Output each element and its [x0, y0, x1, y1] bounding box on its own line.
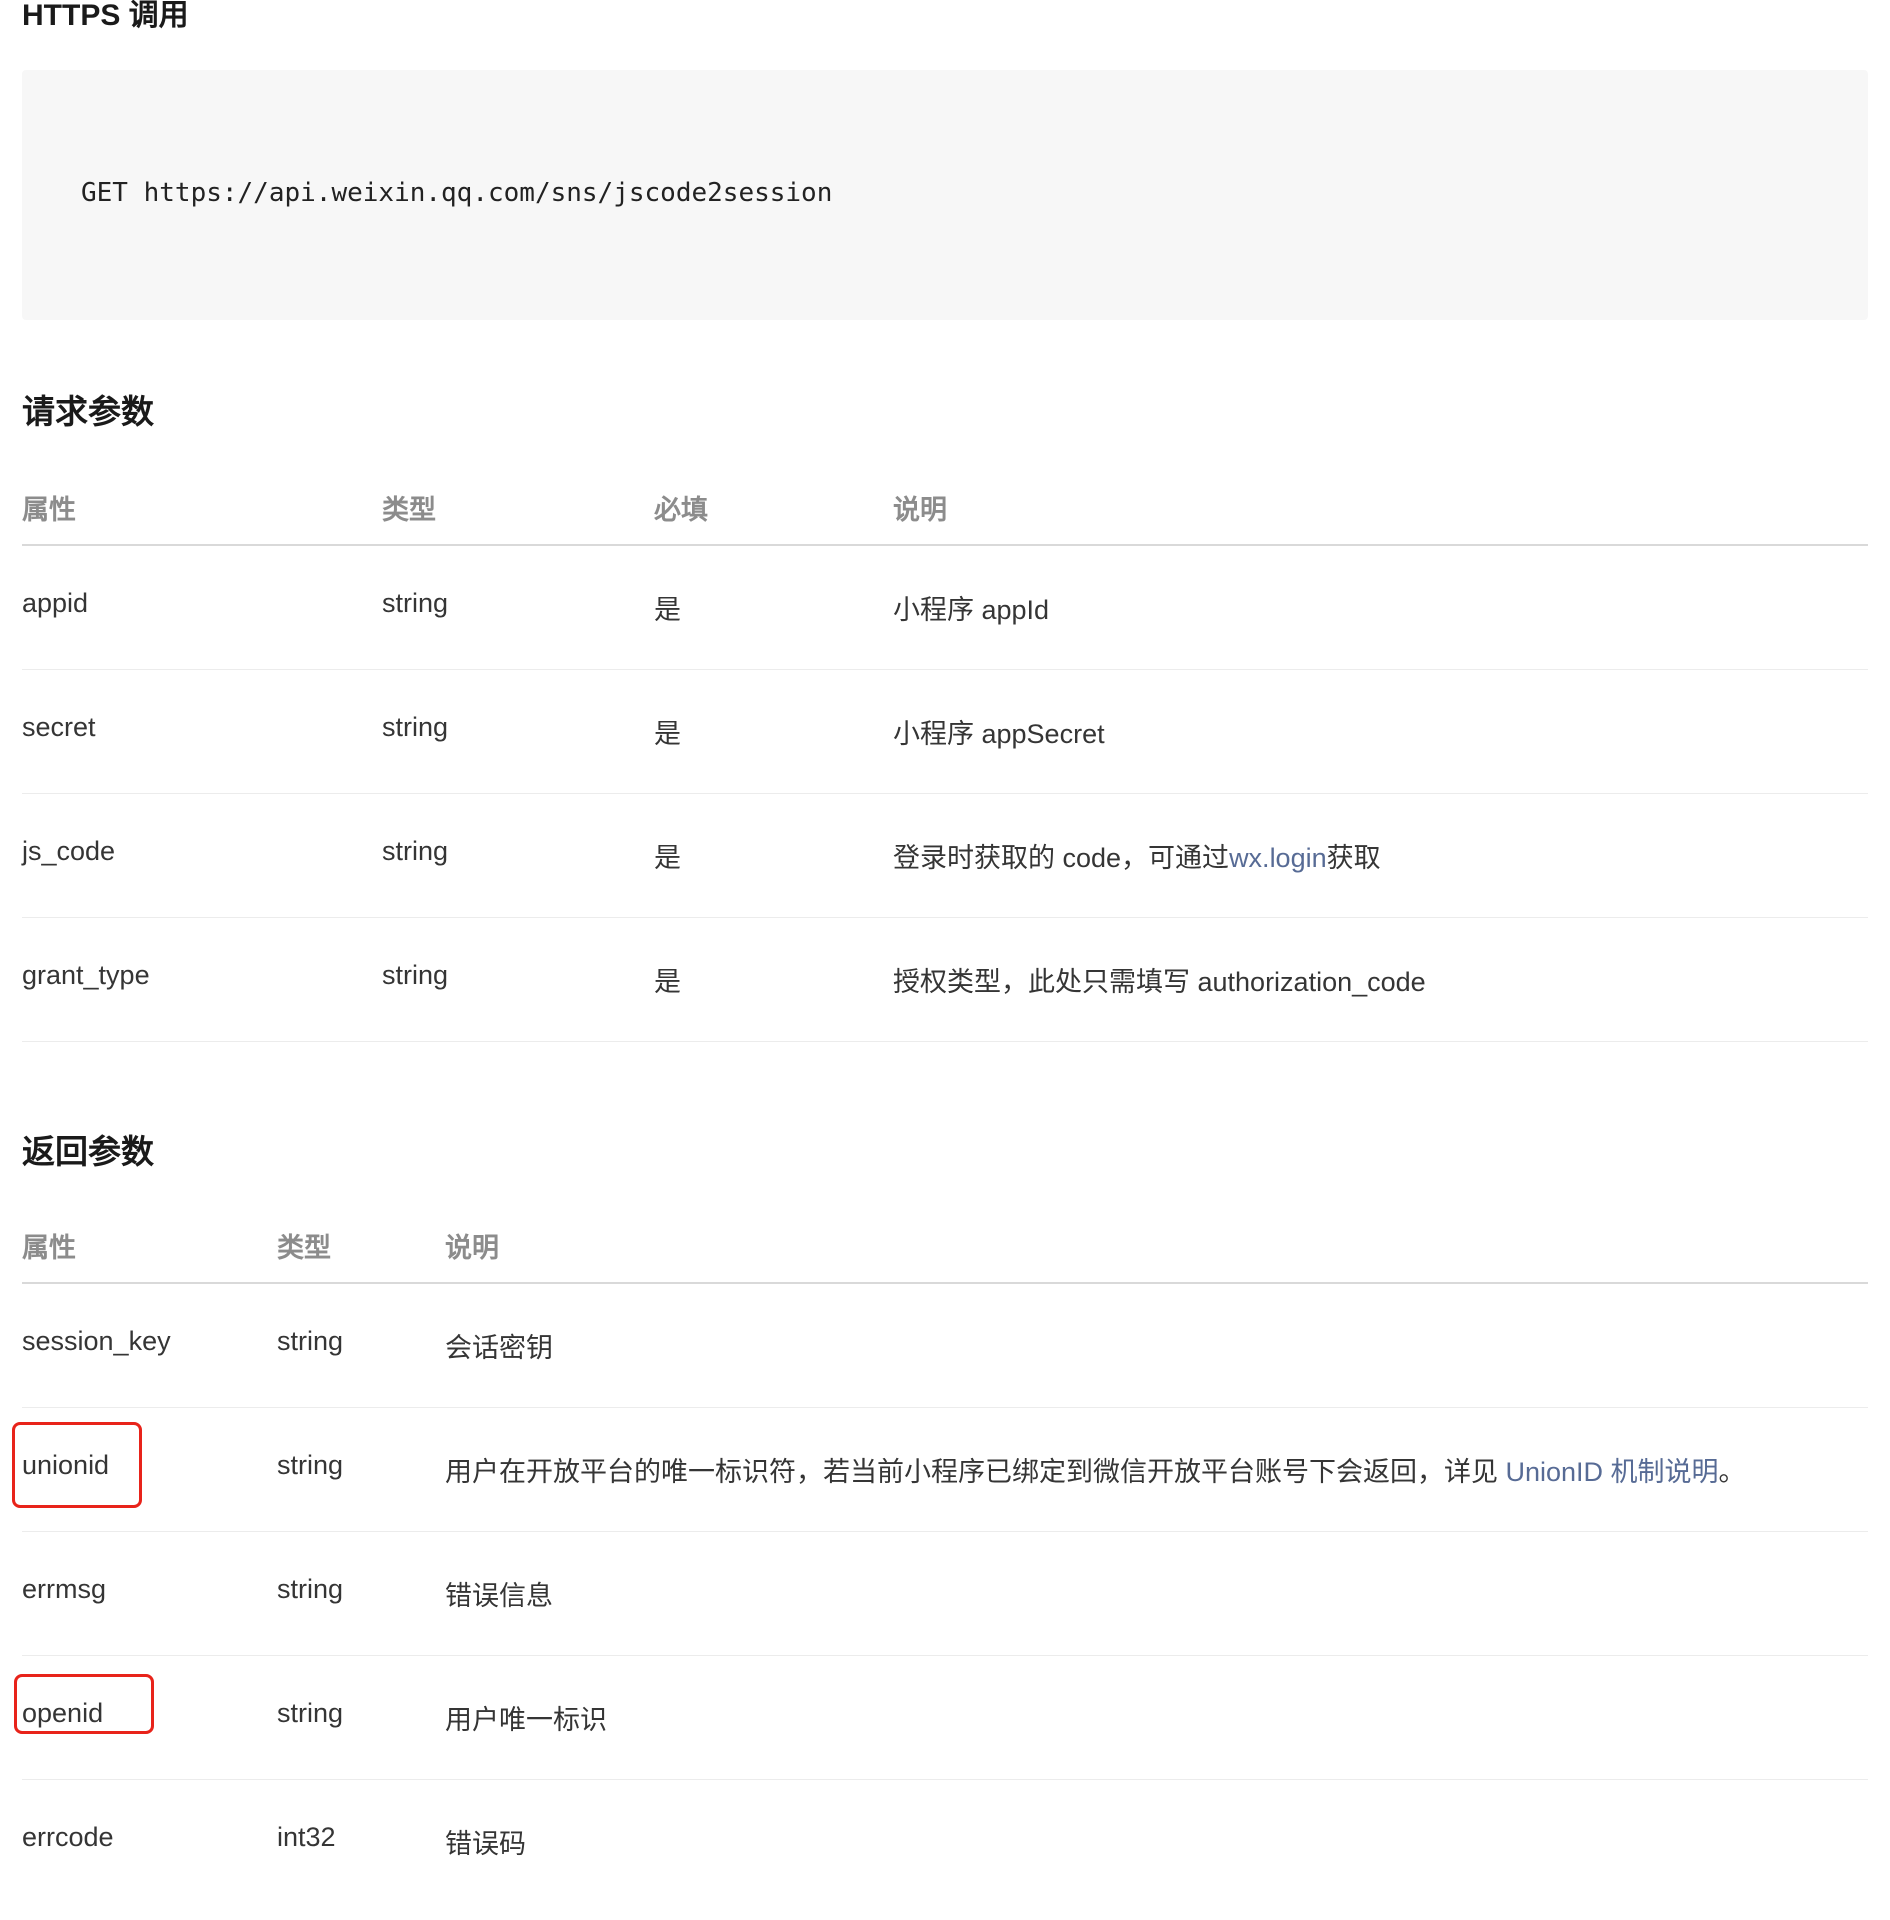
- table-row: js_code string 是 登录时获取的 code，可通过wx.login…: [22, 794, 1868, 918]
- param-required: 是: [654, 595, 681, 625]
- description-text: 用户唯一标识: [445, 1705, 607, 1735]
- param-name: session_key: [22, 1326, 171, 1356]
- param-name: secret: [22, 712, 96, 742]
- param-required: 是: [654, 719, 681, 749]
- request-params-title: 请求参数: [22, 393, 154, 430]
- param-name: appid: [22, 588, 89, 618]
- table-row: session_key string 会话密钥: [22, 1284, 1868, 1408]
- param-description: 授权类型，此处只需填写 authorization_code: [893, 960, 1426, 999]
- param-required: 是: [654, 967, 681, 997]
- param-description: 小程序 appSecret: [893, 712, 1105, 751]
- table-header: 属性 类型 说明: [22, 1206, 1868, 1284]
- description-text: 会话密钥: [445, 1333, 553, 1363]
- param-description: 小程序 appId: [893, 588, 1049, 627]
- table-row: errcode int32 错误码: [22, 1780, 1868, 1903]
- description-text-after: 获取: [1326, 843, 1381, 873]
- table-row: errmsg string 错误信息: [22, 1532, 1868, 1656]
- param-name: unionid: [22, 1450, 110, 1480]
- param-type: string: [277, 1698, 344, 1728]
- param-type: int32: [277, 1822, 336, 1852]
- header-description: 说明: [445, 1233, 499, 1263]
- param-required: 是: [654, 843, 681, 873]
- table-row: grant_type string 是 授权类型，此处只需填写 authoriz…: [22, 918, 1868, 1042]
- param-description: 会话密钥: [445, 1326, 553, 1365]
- param-type: string: [277, 1450, 344, 1480]
- param-type: string: [277, 1326, 344, 1356]
- param-type: string: [382, 836, 449, 866]
- unionid-doc-link[interactable]: UnionID 机制说明: [1506, 1457, 1719, 1487]
- header-attribute: 属性: [22, 1233, 76, 1263]
- table-row: unionid string 用户在开放平台的唯一标识符，若当前小程序已绑定到微…: [12, 1408, 1868, 1532]
- request-params-table: 属性 类型 必填 说明 appid string 是 小程序 appId sec…: [22, 468, 1868, 1042]
- header-required: 必填: [654, 495, 708, 525]
- header-description: 说明: [893, 495, 947, 525]
- param-description: 用户在开放平台的唯一标识符，若当前小程序已绑定到微信开放平台账号下会返回，详见 …: [445, 1450, 1746, 1489]
- table-header: 属性 类型 必填 说明: [22, 468, 1868, 546]
- https-section-title: HTTPS 调用: [22, 0, 189, 32]
- header-type: 类型: [277, 1233, 331, 1263]
- table-row: appid string 是 小程序 appId: [22, 546, 1868, 670]
- description-text: 授权类型，此处只需填写 authorization_code: [893, 967, 1426, 997]
- response-params-table: 属性 类型 说明 session_key string 会话密钥 unionid…: [12, 1206, 1868, 1903]
- param-name: grant_type: [22, 960, 150, 990]
- code-block: GET https://api.weixin.qq.com/sns/jscode…: [22, 70, 1868, 320]
- code-line: GET https://api.weixin.qq.com/sns/jscode…: [81, 178, 833, 208]
- param-name: js_code: [22, 836, 116, 866]
- response-params-title: 返回参数: [22, 1133, 154, 1170]
- description-text: 错误信息: [445, 1581, 553, 1611]
- param-name: errmsg: [22, 1574, 107, 1604]
- param-name: openid: [22, 1698, 104, 1728]
- wx-login-link[interactable]: wx.login: [1229, 843, 1327, 873]
- param-name: errcode: [22, 1822, 114, 1852]
- description-text: 小程序 appSecret: [893, 719, 1105, 749]
- description-text: 用户在开放平台的唯一标识符，若当前小程序已绑定到微信开放平台账号下会返回，详见: [445, 1457, 1506, 1487]
- param-description: 用户唯一标识: [445, 1698, 607, 1737]
- description-text: 登录时获取的 code，可通过: [893, 843, 1230, 873]
- param-type: string: [382, 712, 449, 742]
- header-type: 类型: [382, 495, 436, 525]
- description-text-after: 。: [1718, 1457, 1746, 1487]
- description-text: 错误码: [445, 1829, 526, 1859]
- param-description: 错误码: [445, 1822, 526, 1861]
- param-type: string: [277, 1574, 344, 1604]
- param-type: string: [382, 588, 449, 618]
- table-row: secret string 是 小程序 appSecret: [22, 670, 1868, 794]
- param-description: 错误信息: [445, 1574, 553, 1613]
- table-row: openid string 用户唯一标识: [14, 1656, 1868, 1780]
- param-type: string: [382, 960, 449, 990]
- param-description: 登录时获取的 code，可通过wx.login获取: [893, 836, 1381, 875]
- description-text: 小程序 appId: [893, 595, 1050, 625]
- header-attribute: 属性: [22, 495, 76, 525]
